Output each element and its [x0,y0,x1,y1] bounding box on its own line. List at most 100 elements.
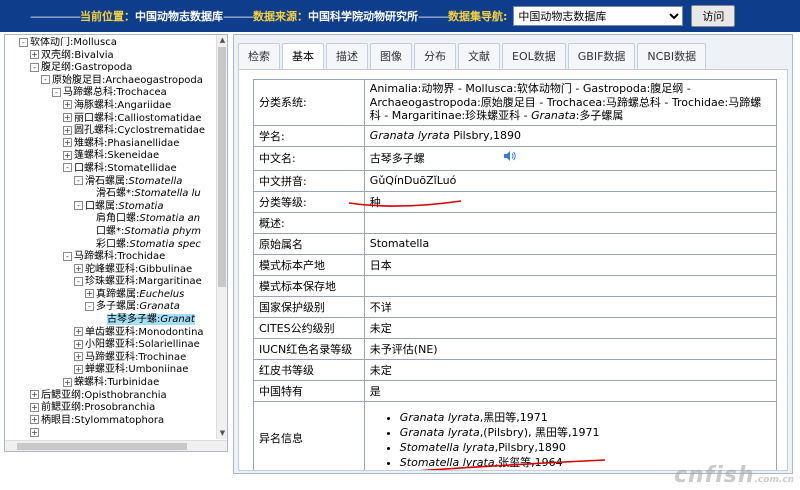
tree-node[interactable]: - 原始腹足目:Archaeogastropoda [5,75,217,88]
collapse-icon[interactable]: - [52,87,61,97]
collapse-icon[interactable]: - [85,301,94,311]
tree-node-label[interactable]: 肩角口螺:Stomatia an [96,213,200,224]
tab-5[interactable]: 文献 [458,43,500,69]
tree-node-label[interactable]: 马蹄螺科:Trochidae [74,251,165,262]
expand-icon[interactable]: + [74,327,83,337]
tree-node-label[interactable]: 古琴多子螺:Granat [107,314,195,326]
tree-node-label[interactable]: 蝉螺亚科:Umboniinae [85,364,188,375]
tree-node-label[interactable]: 海豚螺科:Angariidae [74,100,171,111]
expand-icon[interactable]: + [30,415,39,425]
tree-node[interactable]: + 真蹄螺属:Euchelus [5,289,217,302]
expand-icon[interactable]: + [74,352,83,362]
tab-2[interactable]: 描述 [326,43,368,69]
scroll-down-icon[interactable]: ▼ [217,428,227,439]
collapse-icon[interactable]: - [74,276,83,286]
tree-node-label[interactable]: 原始腹足目:Archaeogastropoda [52,75,203,86]
tree-node[interactable]: + 驼峰螺亚科:Gibbulinae [5,264,217,277]
expand-icon[interactable]: + [30,390,39,400]
tree-node[interactable]: + 圆孔螺科:Cyclostrematidae [5,125,217,138]
tree-node-label[interactable]: 丽口螺科:Calliostomatidae [74,113,201,124]
collapse-icon[interactable]: - [63,163,72,173]
tree-node[interactable]: 肩角口螺:Stomatia an [5,213,217,226]
tree-node-label[interactable]: 前鳃亚纲:Prosobranchia [41,402,155,413]
tree-node[interactable]: + 蝉螺亚科:Umboniinae [5,364,217,377]
tree-node-label[interactable]: 后鳃亚纲:Opisthobranchia [41,390,167,401]
tree-node-label[interactable]: 双壳纲:Bivalvia [41,50,114,61]
speaker-icon[interactable] [503,150,516,165]
tree-node-label[interactable]: 滑石螺*:Stomatella lu [96,188,201,199]
tree-node-label[interactable]: 口螺科:Stomatellidae [74,163,177,174]
tree-node[interactable]: + 篷螺科:Skeneidae [5,150,217,163]
tree-node-label[interactable]: 真蹄螺属:Euchelus [96,289,184,300]
tab-7[interactable]: GBIF数据 [567,43,636,69]
collapse-icon[interactable]: - [63,251,72,261]
scroll-thumb[interactable] [17,443,187,450]
expand-icon[interactable]: + [63,100,72,110]
tree-node[interactable]: + 马蹄螺亚科:Trochinae [5,352,217,365]
tree-node[interactable]: - 马蹄螺科:Trochidae [5,251,217,264]
tree-node[interactable]: + 双壳纲:Bivalvia [5,50,217,63]
expand-icon[interactable]: + [30,402,39,412]
tree-node[interactable]: - 软体动门:Mollusca [5,37,217,50]
tab-8[interactable]: NCBI数据 [637,43,707,69]
tab-3[interactable]: 图像 [370,43,412,69]
tree-node-label[interactable]: 柄眼目:Stylommatophora [41,415,164,426]
tree-node[interactable]: - 滑石螺属:Stomatella [5,176,217,189]
tree-node-label[interactable]: 雉螺科:Phasianellidae [74,138,179,149]
expand-icon[interactable]: + [74,264,83,274]
tree-node-label[interactable]: 珍珠螺亚科:Margaritinae [85,276,202,287]
expand-icon[interactable]: + [63,125,72,135]
tree-node-label[interactable]: 驼峰螺亚科:Gibbulinae [85,264,192,275]
tree-node-label[interactable]: 口螺属:Stomatia [85,201,163,212]
tree-node[interactable]: + 单齿螺亚科:Monodontina [5,327,217,340]
tree-node[interactable]: + 海豚螺科:Angariidae [5,100,217,113]
scroll-thumb[interactable] [218,47,226,287]
tree-node-label[interactable]: 蝾螺科:Turbinidae [74,377,159,388]
expand-icon[interactable]: + [74,339,83,349]
tree-node[interactable]: + 柄眼目:Stylommatophora [5,415,217,428]
tree-node-label[interactable]: 马蹄螺亚科:Trochinae [85,352,186,363]
collapse-icon[interactable]: - [30,62,39,72]
tree-node-label[interactable]: 多子螺属:Granata [96,301,180,312]
collapse-icon[interactable]: - [74,201,83,211]
tree-node[interactable]: + 丽口螺科:Calliostomatidae [5,113,217,126]
tree-horizontal-scrollbar[interactable] [5,440,227,451]
expand-icon[interactable]: + [74,364,83,374]
tree-node-label[interactable]: 口螺*:Stomatia phym [96,226,201,237]
tree-node[interactable]: + [5,427,217,440]
tree-vertical-scrollbar[interactable]: ▲ ▼ [216,35,227,439]
tree-node[interactable]: - 腹足纲:Gastropoda [5,62,217,75]
tree-node-label[interactable]: 单齿螺亚科:Monodontina [85,327,204,338]
expand-icon[interactable]: + [63,150,72,160]
collapse-icon[interactable]: - [41,75,50,85]
collapse-icon[interactable]: - [19,37,28,47]
tree-node-label[interactable]: 彩口螺:Stomatia spec [96,239,201,250]
tree-node[interactable]: 彩口螺:Stomatia spec [5,239,217,252]
tree-node[interactable]: - 珍珠螺亚科:Margaritinae [5,276,217,289]
expand-icon[interactable]: + [63,138,72,148]
tree-node[interactable]: + 后鳃亚纲:Opisthobranchia [5,390,217,403]
tab-6[interactable]: EOL数据 [502,43,566,69]
tree-node-label[interactable]: 圆孔螺科:Cyclostrematidae [74,125,205,136]
expand-icon[interactable]: + [30,50,39,60]
tree-node-label[interactable]: 小阳螺亚科:Solariellinae [85,339,200,350]
tree-node-label[interactable]: 软体动门:Mollusca [30,37,117,48]
tree-node[interactable]: + 雉螺科:Phasianellidae [5,138,217,151]
tree-node-label[interactable]: 腹足纲:Gastropoda [41,62,132,73]
tree-node[interactable]: - 口螺科:Stomatellidae [5,163,217,176]
visit-button[interactable]: 访问 [691,5,736,27]
tree-node[interactable]: - 口螺属:Stomatia [5,201,217,214]
tree-node-label[interactable]: 篷螺科:Skeneidae [74,150,159,161]
tree-node[interactable]: + 小阳螺亚科:Solariellinae [5,339,217,352]
tab-0[interactable]: 检索 [238,43,280,69]
scroll-up-icon[interactable]: ▲ [217,35,227,46]
tab-4[interactable]: 分布 [414,43,456,69]
expand-icon[interactable]: + [85,289,94,299]
dataset-select[interactable]: 中国动物志数据库 [513,6,684,26]
tree-node[interactable]: + 蝾螺科:Turbinidae [5,377,217,390]
tree-node[interactable]: 古琴多子螺:Granat [5,314,217,327]
expand-icon[interactable]: + [63,113,72,123]
tree-node[interactable]: + 前鳃亚纲:Prosobranchia [5,402,217,415]
tree-node-label[interactable]: 滑石螺属:Stomatella [85,176,182,187]
tree-node-label[interactable]: 马蹄螺总科:Trochacea [63,87,167,98]
